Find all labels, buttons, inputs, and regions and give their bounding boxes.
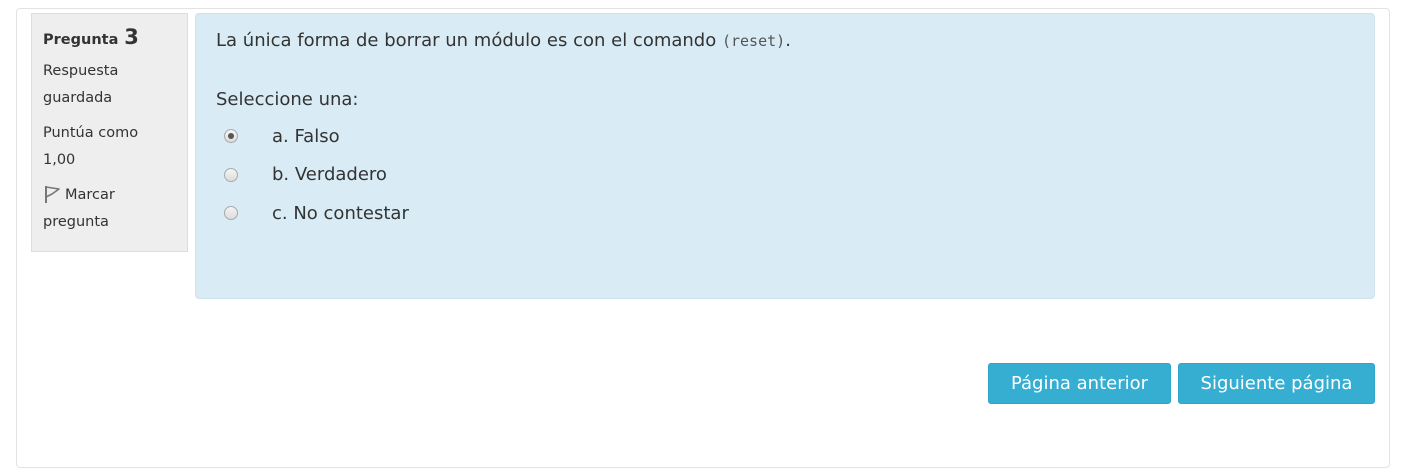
answer-options: a. Falso b. Verdadero c. No contestar (216, 117, 1354, 233)
answer-option-a[interactable]: a. Falso (216, 117, 1354, 156)
radio-button-a[interactable] (224, 129, 238, 144)
code-snippet: (reset) (721, 32, 786, 50)
radio-button-c[interactable] (224, 206, 238, 221)
answer-option-c[interactable]: c. No contestar (216, 194, 1354, 233)
flag-icon[interactable] (43, 184, 61, 204)
option-label[interactable]: c. No contestar (272, 203, 409, 224)
option-label[interactable]: a. Falso (272, 126, 340, 147)
question-state: Respuesta guardada (43, 58, 177, 112)
previous-page-button[interactable]: Página anterior (988, 363, 1171, 404)
option-label[interactable]: b. Verdadero (272, 164, 387, 185)
answer-option-b[interactable]: b. Verdadero (216, 156, 1354, 195)
question-text-part: La única forma de borrar un módulo es co… (216, 30, 722, 51)
grade-line: Puntúa como (43, 125, 139, 141)
question-heading: Pregunta 3 (43, 24, 177, 54)
grade-line: 1,00 (43, 152, 76, 168)
question-grade: Puntúa como 1,00 (43, 120, 177, 174)
radio-button-b[interactable] (224, 167, 238, 182)
question-number: 3 (124, 25, 139, 49)
flag-label[interactable]: Marcar (65, 187, 115, 203)
state-line: guardada (43, 90, 113, 106)
state-line: Respuesta (43, 63, 119, 79)
question-content: La única forma de borrar un módulo es co… (195, 13, 1375, 299)
flag-question-link[interactable]: Marcar pregunta (43, 182, 177, 236)
next-page-button[interactable]: Siguiente página (1178, 363, 1375, 404)
question-label: Pregunta (43, 32, 119, 48)
question-text: La única forma de borrar un módulo es co… (216, 27, 1354, 55)
question-info: Pregunta 3 Respuesta guardada Puntúa com… (31, 13, 188, 252)
flag-label[interactable]: pregunta (43, 209, 177, 236)
answer-prompt: Seleccione una: (216, 89, 359, 110)
question-text-part: . (785, 30, 791, 51)
